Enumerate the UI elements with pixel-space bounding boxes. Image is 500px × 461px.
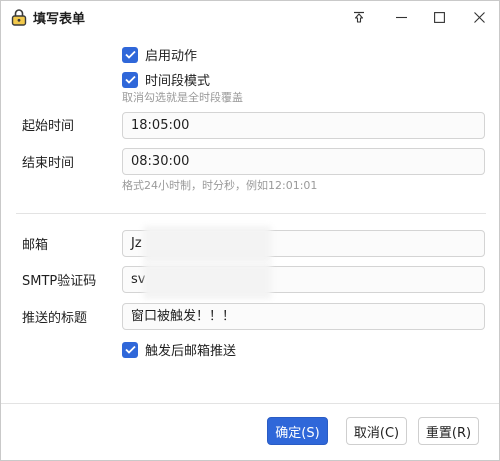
enable-action-checkbox[interactable]: 启用动作 — [122, 45, 197, 64]
end-time-input[interactable]: 08:30:00 — [122, 148, 485, 175]
push-after-trigger-label: 触发后邮箱推送 — [145, 344, 237, 359]
redaction-blur — [144, 226, 271, 262]
enable-action-label: 启用动作 — [145, 49, 198, 64]
subject-label: 推送的标题 — [22, 311, 88, 326]
start-time-input[interactable]: 18:05:00 — [122, 112, 485, 139]
lock-icon — [11, 8, 27, 26]
time-mode-hint: 取消勾选就是全时段覆盖 — [122, 91, 243, 104]
cancel-button[interactable]: 取消(C) — [346, 417, 407, 445]
checkbox-checked-icon — [122, 71, 138, 88]
checkbox-checked-icon — [122, 341, 138, 358]
start-time-label: 起始时间 — [22, 119, 75, 134]
minimize-button[interactable] — [381, 1, 421, 33]
pin-button[interactable] — [339, 1, 379, 33]
time-format-hint: 格式24小时制，时分秒，例如12:01:01 — [122, 179, 318, 192]
form-window: 填写表单 启用动作 时间段模式 取消勾选就是全时段覆盖 起始时间 18:05:0… — [0, 0, 500, 461]
ok-button[interactable]: 确定(S) — [267, 417, 328, 445]
window-title: 填写表单 — [33, 12, 86, 27]
close-button[interactable] — [459, 1, 499, 33]
smtp-label: SMTP验证码 — [22, 274, 97, 289]
subject-input[interactable]: 窗口被触发！！！ — [122, 303, 485, 330]
minimize-icon — [395, 16, 407, 18]
section-divider — [16, 213, 486, 214]
maximize-icon — [433, 11, 445, 23]
reset-button[interactable]: 重置(R) — [418, 417, 479, 445]
email-label: 邮箱 — [22, 238, 49, 253]
time-mode-checkbox[interactable]: 时间段模式 — [122, 70, 210, 89]
pin-icon — [354, 11, 364, 23]
redaction-blur — [144, 263, 271, 299]
push-after-trigger-checkbox[interactable]: 触发后邮箱推送 — [122, 340, 236, 359]
footer-divider — [1, 403, 499, 404]
end-time-label: 结束时间 — [22, 156, 75, 171]
time-mode-label: 时间段模式 — [145, 74, 211, 89]
maximize-button[interactable] — [419, 1, 459, 33]
title-bar: 填写表单 — [1, 1, 499, 33]
checkbox-checked-icon — [122, 46, 138, 63]
close-icon — [473, 11, 485, 23]
